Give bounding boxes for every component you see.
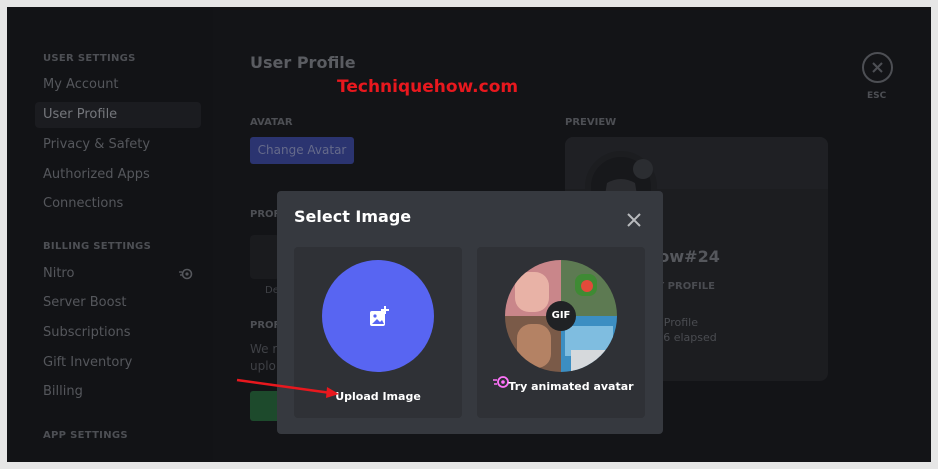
esc-label: ESC	[867, 91, 887, 101]
modal-title: Select Image	[294, 207, 412, 226]
change-avatar-button[interactable]: Change Avatar	[250, 137, 354, 164]
sidebar-item-server-boost[interactable]: Server Boost	[35, 290, 201, 316]
watermark: Techniquehow.com	[337, 77, 519, 97]
sidebar-item-subscriptions[interactable]: Subscriptions	[35, 320, 201, 346]
profile-color-label: PROF	[250, 209, 281, 220]
sidebar-item-gift-inventory[interactable]: Gift Inventory	[35, 350, 201, 376]
page-title: User Profile	[250, 53, 356, 72]
billing-settings-heading: BILLING SETTINGS	[43, 241, 152, 252]
sidebar-item-authorized-apps[interactable]: Authorized Apps	[35, 162, 201, 188]
sidebar-item-connections[interactable]: Connections	[35, 191, 201, 217]
sidebar-item-appearance[interactable]	[35, 449, 115, 462]
nitro-icon	[179, 268, 193, 280]
sidebar-item-privacy-safety[interactable]: Privacy & Safety	[35, 132, 201, 158]
upload-image-circle	[322, 260, 434, 372]
annotation-arrow	[236, 378, 339, 398]
sidebar-item-nitro[interactable]: Nitro	[35, 261, 201, 287]
animated-avatar-option[interactable]: GIF Try animated avatar	[477, 247, 645, 418]
avatar-label: AVATAR	[250, 117, 293, 128]
modal-close-icon[interactable]	[623, 209, 645, 231]
close-settings-button[interactable]	[862, 52, 893, 83]
sidebar-item-user-profile[interactable]: User Profile	[35, 102, 201, 128]
preview-label: PREVIEW	[565, 117, 617, 128]
app-settings-heading: APP SETTINGS	[43, 430, 128, 441]
add-image-icon	[370, 306, 389, 326]
user-settings-heading: USER SETTINGS	[43, 53, 136, 64]
add-image-small-icon	[633, 159, 653, 179]
settings-sidebar: USER SETTINGS My Account User Profile Pr…	[7, 7, 213, 462]
gif-badge: GIF	[546, 301, 576, 331]
color-swatch[interactable]	[250, 235, 280, 279]
banner-hint-line-2: uplo	[250, 359, 276, 373]
banner-hint-line-1: We r	[250, 342, 278, 356]
app-frame: USER SETTINGS My Account User Profile Pr…	[7, 7, 931, 462]
sidebar-item-my-account[interactable]: My Account	[35, 72, 201, 98]
close-icon	[872, 62, 883, 73]
profile-banner-label: PROF	[250, 320, 281, 331]
sidebar-item-billing[interactable]: Billing	[35, 379, 201, 405]
animated-avatar-label: Try animated avatar	[508, 380, 634, 393]
animated-gif-preview: GIF	[505, 260, 617, 372]
